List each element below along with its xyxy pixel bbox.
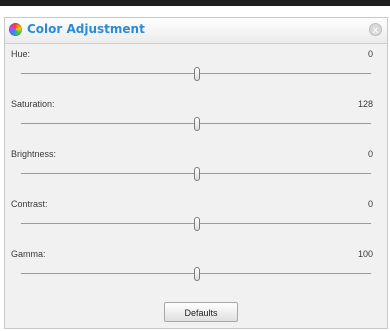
- color-wheel-icon: [9, 23, 22, 36]
- saturation-label: Saturation:: [11, 99, 55, 109]
- close-icon: x: [372, 25, 379, 36]
- window-title: Color Adjustment: [27, 22, 145, 36]
- hue-label: Hue:: [11, 49, 31, 59]
- contrast-label: Contrast:: [11, 199, 48, 209]
- gamma-slider-thumb[interactable]: [194, 267, 200, 281]
- color-adjustment-panel: Color Adjustment x Hue: 0 Saturation: 12…: [4, 17, 388, 329]
- hue-row: Hue: 0: [5, 49, 387, 99]
- brightness-row: Brightness: 0: [5, 149, 387, 199]
- defaults-button[interactable]: Defaults: [164, 302, 238, 322]
- contrast-slider-thumb[interactable]: [194, 217, 200, 231]
- brightness-label: Brightness:: [11, 149, 57, 159]
- brightness-slider-thumb[interactable]: [194, 167, 200, 181]
- top-border: [0, 0, 390, 6]
- close-button[interactable]: x: [369, 23, 382, 36]
- gamma-value: 100: [357, 249, 373, 259]
- hue-slider-thumb[interactable]: [194, 67, 200, 81]
- saturation-row: Saturation: 128: [5, 99, 387, 149]
- saturation-slider-thumb[interactable]: [194, 117, 200, 131]
- gamma-row: Gamma: 100: [5, 249, 387, 299]
- contrast-row: Contrast: 0: [5, 199, 387, 249]
- saturation-value: 128: [357, 99, 373, 109]
- contrast-value: 0: [367, 199, 373, 209]
- gamma-label: Gamma:: [11, 249, 46, 259]
- titlebar: Color Adjustment x: [5, 18, 387, 44]
- hue-value: 0: [367, 49, 373, 59]
- brightness-value: 0: [367, 149, 373, 159]
